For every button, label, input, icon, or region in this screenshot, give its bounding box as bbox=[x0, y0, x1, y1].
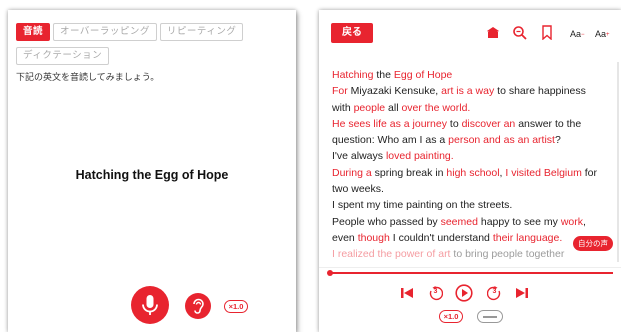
highlighted-phrase[interactable]: seemed bbox=[441, 216, 478, 228]
text-segment: spring break in bbox=[371, 166, 447, 179]
text-segment: Miyazaki Kensuke, bbox=[347, 85, 442, 98]
highlighted-phrase[interactable]: For bbox=[332, 85, 348, 97]
highlighted-phrase[interactable]: He sees life as a journey bbox=[332, 118, 447, 130]
audio-progress-handle[interactable] bbox=[327, 270, 333, 276]
play-pause-icon[interactable] bbox=[455, 284, 473, 302]
highlighted-phrase[interactable]: I realized the power of art bbox=[332, 248, 450, 260]
tab-dictation[interactable]: ディクテーション bbox=[16, 47, 110, 65]
text-line: He sees life as a journey to discover an… bbox=[332, 116, 618, 132]
highlighted-phrase[interactable]: work bbox=[561, 216, 583, 228]
record-button[interactable] bbox=[131, 286, 169, 324]
text-segment: question: Who am I as a bbox=[332, 134, 449, 147]
text-segment: to share happiness bbox=[494, 85, 586, 98]
text-line: During a spring break in high school, I … bbox=[332, 165, 618, 181]
font-smaller-button[interactable]: Aa− bbox=[570, 29, 585, 39]
highlighted-phrase[interactable]: Egg of Hope bbox=[394, 69, 452, 81]
highlighted-phrase[interactable]: people bbox=[354, 102, 386, 114]
tab-overlapping[interactable]: オーバーラッピング bbox=[53, 23, 157, 41]
text-line: two weeks. bbox=[332, 181, 618, 197]
highlighted-phrase[interactable]: high school bbox=[446, 167, 499, 179]
back-button[interactable]: 戻る bbox=[331, 23, 373, 43]
fast-forward-seconds: 3 bbox=[492, 288, 497, 295]
text-segment: , bbox=[583, 215, 586, 228]
skip-to-end-icon[interactable] bbox=[515, 286, 529, 300]
highlighted-phrase[interactable]: I visited Belgium bbox=[505, 167, 581, 179]
instruction-text: 下記の英文を音読してみましょう。 bbox=[16, 72, 160, 82]
highlighted-phrase[interactable]: Hatching bbox=[332, 69, 373, 81]
text-segment: I spent my time painting on the streets. bbox=[332, 199, 513, 212]
highlighted-phrase[interactable]: their language. bbox=[493, 232, 562, 244]
font-larger-button[interactable]: Aa+ bbox=[595, 29, 610, 39]
text-segment: to bring people together bbox=[450, 248, 565, 261]
practice-panel: 音読 オーバーラッピング リピーティングディクテーション 下記の英文を音読してみまし… bbox=[8, 10, 296, 332]
minus-icon: − bbox=[581, 32, 585, 38]
text-segment: I couldn't understand bbox=[389, 231, 493, 244]
highlighted-phrase[interactable]: person and as an artist bbox=[448, 134, 555, 146]
tab-repeating[interactable]: リピーティング bbox=[159, 23, 244, 41]
highlighted-phrase[interactable]: During a bbox=[332, 167, 372, 179]
text-segment: with bbox=[332, 101, 354, 114]
bookmark-icon[interactable] bbox=[541, 25, 553, 40]
listen-button[interactable] bbox=[185, 293, 211, 319]
hat-icon[interactable] bbox=[485, 25, 501, 39]
text-segment: I've always bbox=[332, 150, 386, 163]
ear-icon bbox=[193, 298, 204, 314]
tab-read-aloud[interactable]: 音読 bbox=[16, 23, 51, 41]
highlighted-phrase[interactable]: though bbox=[358, 232, 390, 244]
text-segment: ? bbox=[554, 134, 561, 147]
microphone-icon bbox=[142, 295, 158, 315]
text-segment: all bbox=[385, 101, 402, 114]
text-line: People who passed by seemed happy to see… bbox=[332, 214, 618, 230]
text-segment: People who passed by bbox=[332, 215, 441, 228]
text-line: For Miyazaki Kensuke, art is a way to sh… bbox=[332, 83, 618, 99]
text-segment: even bbox=[332, 231, 358, 244]
text-line: with people all over the world. bbox=[332, 100, 618, 116]
font-smaller-label: Aa bbox=[570, 29, 582, 39]
text-line: I spent my time painting on the streets. bbox=[332, 197, 618, 213]
text-segment: the bbox=[373, 69, 394, 81]
reader-speed-button[interactable]: ×1.0 bbox=[439, 310, 463, 323]
search-icon[interactable] bbox=[512, 25, 527, 40]
audio-progress-track[interactable] bbox=[329, 272, 613, 274]
playback-speed-button[interactable]: ×1.0 bbox=[224, 300, 248, 313]
text-line: Hatching the Egg of Hope bbox=[332, 67, 618, 83]
text-line: I've always loved painting. bbox=[332, 148, 618, 164]
loop-toggle[interactable] bbox=[477, 310, 503, 323]
reader-panel: 戻る Aa− Aa+ Hatching the Egg of Hope For M… bbox=[319, 10, 621, 332]
divider bbox=[319, 267, 621, 268]
text-segment: for bbox=[581, 166, 598, 179]
own-voice-badge[interactable]: 自分の声 bbox=[573, 236, 613, 251]
text-segment: to bbox=[446, 117, 462, 130]
skip-to-start-icon[interactable] bbox=[400, 286, 414, 300]
highlighted-phrase[interactable]: over the world. bbox=[401, 102, 470, 114]
plus-icon: + bbox=[606, 32, 610, 38]
text-segment: two weeks. bbox=[332, 183, 384, 196]
text-segment: happy to see my bbox=[477, 215, 561, 228]
text-scrollbar[interactable] bbox=[617, 62, 619, 262]
highlighted-phrase[interactable]: discover an bbox=[462, 118, 516, 130]
text-segment: answer to the bbox=[515, 117, 582, 130]
lesson-title: Hatching the Egg of Hope bbox=[75, 168, 229, 182]
highlighted-phrase[interactable]: art is a way bbox=[441, 85, 494, 97]
text-line: question: Who am I as a person and as an… bbox=[332, 132, 618, 148]
highlighted-phrase[interactable]: loved painting. bbox=[386, 150, 454, 162]
mode-tabs: 音読 オーバーラッピング リピーティングディクテーション bbox=[16, 21, 288, 69]
font-larger-label: Aa bbox=[595, 29, 607, 39]
reading-text: Hatching the Egg of Hope For Miyazaki Ken… bbox=[332, 67, 618, 265]
rewind-seconds: 3 bbox=[433, 288, 438, 295]
reader-toolbar: 戻る Aa− Aa+ bbox=[319, 10, 621, 50]
